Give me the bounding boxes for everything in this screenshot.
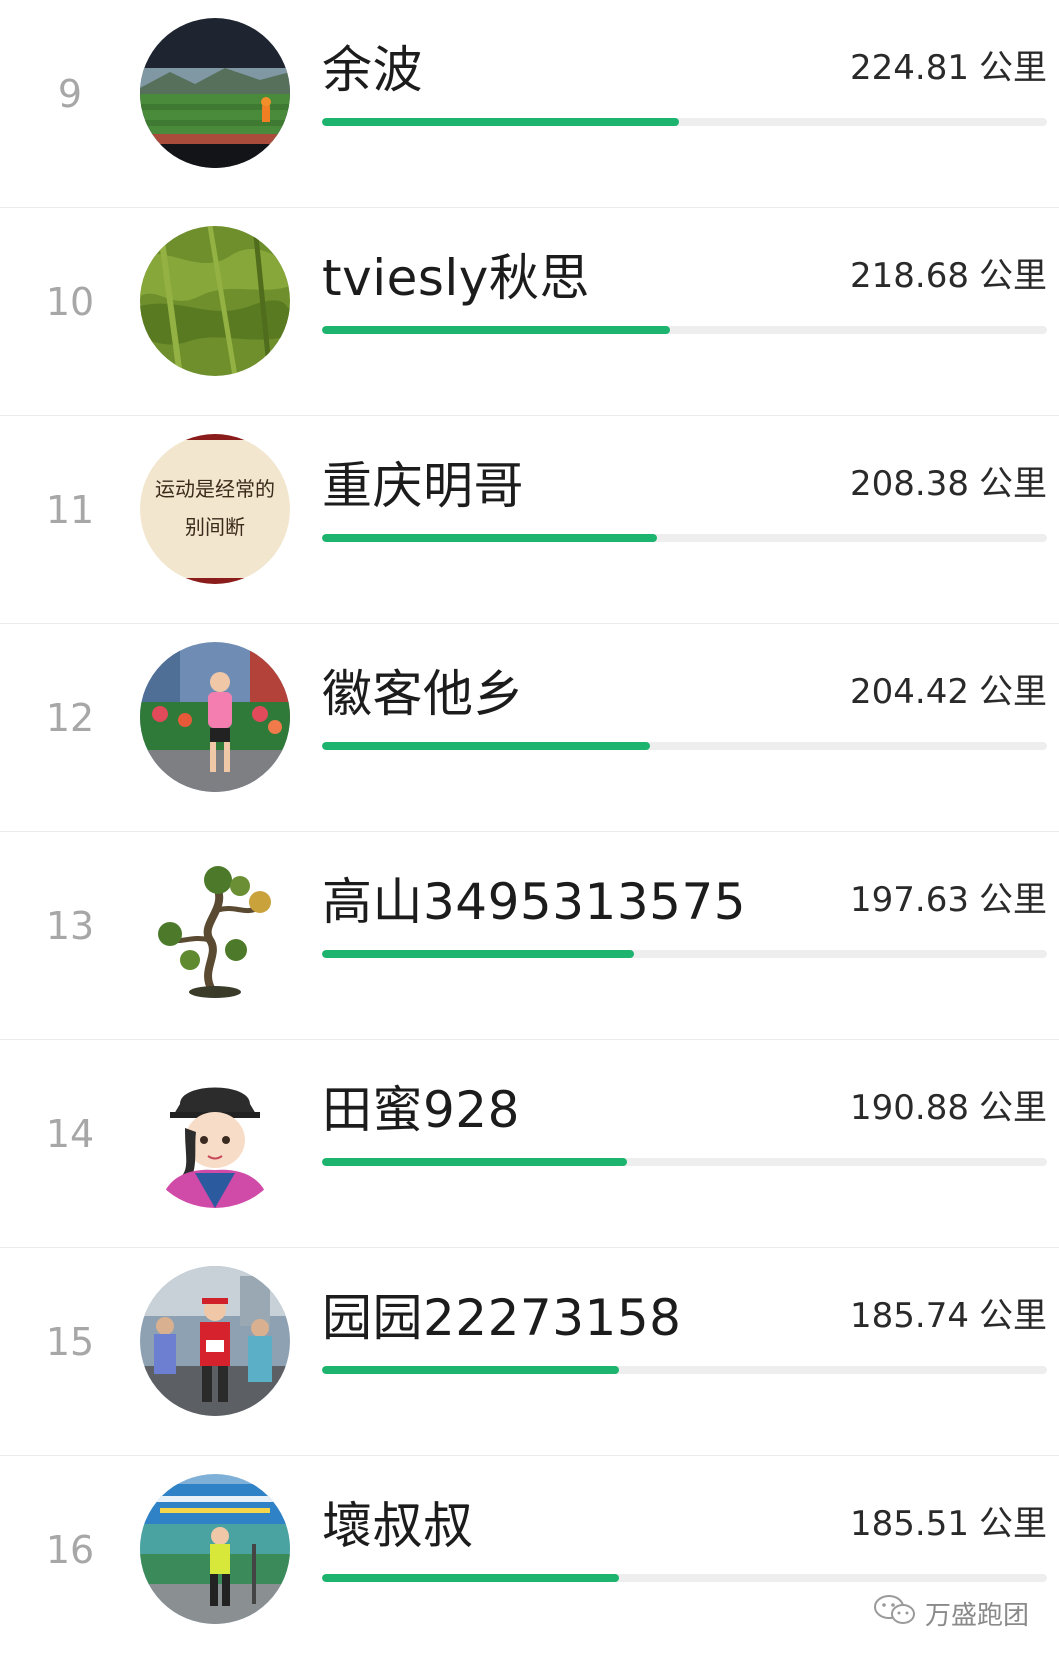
distance-unit: 公里 (979, 1504, 1047, 1544)
distance-number: 185.74 (850, 1296, 969, 1336)
progress-fill (322, 118, 679, 126)
calligraphy-text-avatar-icon[interactable]: 运动是经常的 别间断 (140, 434, 290, 584)
leaderboard-row[interactable]: 9 余波 224.81 公里 (0, 0, 1059, 208)
progress-track (322, 118, 1047, 126)
progress-fill (322, 326, 670, 334)
progress-fill (322, 1158, 628, 1166)
rank-number: 16 (45, 1528, 95, 1572)
runner-photo-icon[interactable] (140, 642, 290, 792)
leaderboard-row[interactable]: 13 高山3495313575 197.63 公里 (0, 832, 1059, 1040)
watermark-text: 万盛跑团 (924, 1601, 1029, 1631)
leaderboard-row[interactable]: 14 田蜜928 190.88 公里 (0, 1040, 1059, 1248)
runner-name: 园园22273158 (322, 1289, 682, 1347)
moss-texture-photo-icon[interactable] (140, 226, 290, 376)
distance-number: 208.38 (850, 464, 969, 504)
rank-number: 11 (45, 488, 95, 532)
distance-number: 218.68 (850, 256, 969, 296)
distance-value: 185.74 公里 (850, 1288, 1047, 1337)
rank-number: 10 (45, 280, 95, 324)
progress-fill (322, 1366, 620, 1374)
runner-name: 徽客他乡 (322, 665, 524, 723)
bonsai-tree-icon[interactable] (140, 850, 290, 1000)
distance-number: 197.63 (850, 880, 969, 920)
distance-number: 190.88 (850, 1088, 969, 1128)
progress-fill (322, 742, 650, 750)
runner-name: 田蜜928 (322, 1081, 520, 1139)
progress-fill (322, 534, 657, 542)
distance-unit: 公里 (979, 1088, 1047, 1128)
progress-track (322, 1158, 1047, 1166)
distance-value: 204.42 公里 (850, 664, 1047, 713)
runner-name: 重庆明哥 (322, 457, 524, 515)
rank-number: 13 (45, 904, 95, 948)
distance-number: 224.81 (850, 48, 969, 88)
distance-unit: 公里 (979, 464, 1047, 504)
runner-name: 高山3495313575 (322, 873, 747, 931)
distance-number: 185.51 (850, 1504, 969, 1544)
progress-track (322, 1366, 1047, 1374)
distance-value: 224.81 公里 (850, 40, 1047, 89)
watermark: 万盛跑团 (873, 1594, 1029, 1633)
distance-value: 197.63 公里 (850, 872, 1047, 921)
distance-value: 190.88 公里 (850, 1080, 1047, 1129)
distance-value: 218.68 公里 (850, 248, 1047, 297)
progress-fill (322, 1574, 620, 1582)
avatar-text-line2: 别间断 (185, 515, 245, 539)
distance-number: 204.42 (850, 672, 969, 712)
marathon-crowd-photo-icon[interactable] (140, 1266, 290, 1416)
distance-value: 185.51 公里 (850, 1496, 1047, 1545)
distance-unit: 公里 (979, 256, 1047, 296)
leaderboard-list: 9 余波 224.81 公里 10 tviesly秋思 218.68 公里 11… (0, 0, 1059, 1664)
runner-name: tviesly秋思 (322, 249, 590, 307)
distance-unit: 公里 (979, 48, 1047, 88)
rank-number: 15 (45, 1320, 95, 1364)
distance-unit: 公里 (979, 880, 1047, 920)
rank-number: 9 (57, 72, 83, 116)
cartoon-girl-avatar-icon[interactable] (140, 1058, 290, 1208)
leaderboard-row[interactable]: 12 徽客他乡 204.42 公里 (0, 624, 1059, 832)
progress-fill (322, 950, 635, 958)
leaderboard-row[interactable]: 15 园园22273158 185.74 公里 (0, 1248, 1059, 1456)
progress-track (322, 1574, 1047, 1582)
progress-track (322, 742, 1047, 750)
runner-banner-photo-icon[interactable] (140, 1474, 290, 1624)
rank-number: 14 (45, 1112, 95, 1156)
leaderboard-row[interactable]: 10 tviesly秋思 218.68 公里 (0, 208, 1059, 416)
wechat-icon (873, 1594, 917, 1633)
progress-track (322, 950, 1047, 958)
avatar-text-line1: 运动是经常的 (155, 477, 275, 501)
stadium-track-photo-icon[interactable] (140, 18, 290, 168)
distance-unit: 公里 (979, 672, 1047, 712)
progress-track (322, 534, 1047, 542)
leaderboard-row[interactable]: 11 运动是经常的 别间断 重庆明哥 208.38 公里 (0, 416, 1059, 624)
progress-track (322, 326, 1047, 334)
runner-name: 壞叔叔 (322, 1497, 474, 1555)
runner-name: 余波 (322, 41, 423, 99)
distance-unit: 公里 (979, 1296, 1047, 1336)
distance-value: 208.38 公里 (850, 456, 1047, 505)
rank-number: 12 (45, 696, 95, 740)
